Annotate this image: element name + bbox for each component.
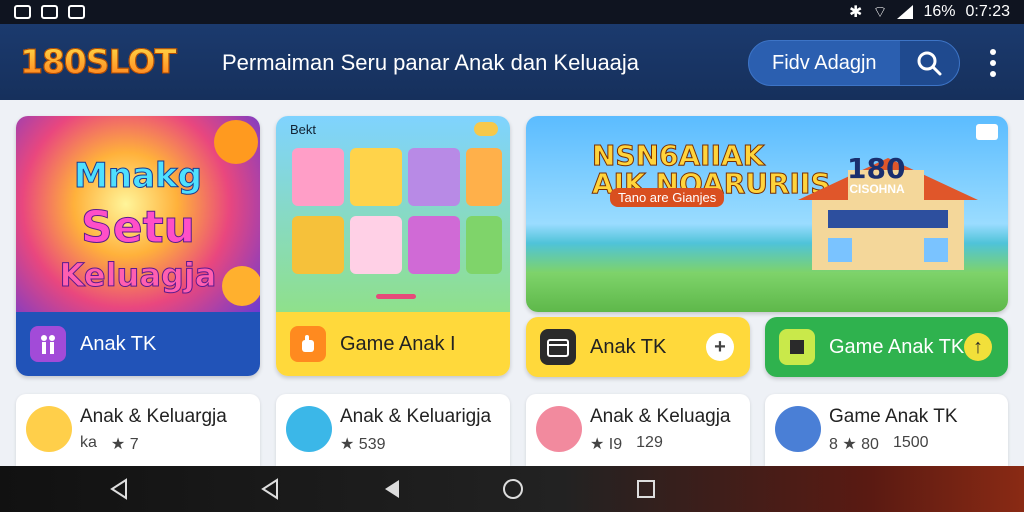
count-text: 1500 [892, 434, 929, 451]
back-icon[interactable] [108, 478, 130, 500]
house-sign: CISOHNA [849, 182, 905, 196]
art-title-line-1: Mnakg [74, 156, 203, 197]
character-tile [408, 216, 460, 274]
recents-icon[interactable] [635, 478, 657, 500]
list-item-meta: ka ★ 7 [80, 434, 139, 454]
art-badge: Bekt [290, 122, 317, 137]
character-tile [292, 148, 344, 206]
rating-text: ★ 539 [340, 436, 386, 453]
pager-indicator [376, 294, 416, 299]
n-app-icon [41, 5, 58, 19]
clock: 0:7:23 [965, 3, 1010, 20]
twitch-icon [14, 5, 31, 19]
list-item-title: Anak & Keluagja [590, 406, 731, 427]
calendar-icon [540, 329, 576, 365]
rating-text: 8 ★ 80 [829, 436, 879, 453]
card-artwork: Bekt [276, 116, 510, 312]
art-title-line-2: Setu [81, 202, 196, 254]
list-item[interactable]: Anak & Keluagja ★ I9 129 [526, 394, 750, 466]
category-pill-anak-tk[interactable]: Anak TK + [526, 317, 750, 377]
meta-text: ka [80, 434, 97, 451]
header-action-button[interactable]: Fidv Adagjn [749, 52, 900, 75]
people-icon [30, 326, 66, 362]
character-tile [466, 216, 502, 274]
banner-artwork: NSN6AIIAK AIK NOARURIIS Tano are Gianjes… [526, 116, 1008, 312]
list-item[interactable]: Anak & Keluargja ka ★ 7 [16, 394, 260, 466]
coin-icon [474, 122, 498, 136]
bluetooth-icon: ✱ [849, 4, 863, 21]
kids-group [526, 266, 1008, 312]
pill-label: Game Anak TK [829, 335, 965, 358]
header-action-group: Fidv Adagjn [748, 40, 960, 86]
balloon-icon [214, 120, 258, 164]
category-pill-game-anak-tk[interactable]: Game Anak TK ↑ [765, 317, 1008, 377]
list-item-title: Anak & Keluargja [80, 406, 227, 427]
list-item[interactable]: Game Anak TK 8 ★ 80 1500 [765, 394, 1008, 466]
count-text: 129 [636, 434, 663, 451]
featured-banner[interactable]: NSN6AIIAK AIK NOARURIIS Tano are Gianjes… [526, 116, 1008, 312]
home-icon[interactable] [502, 478, 524, 500]
list-item-meta: ★ I9 129 [590, 434, 663, 454]
game-card-game-anak[interactable]: Bekt Game Anak I [276, 116, 510, 376]
character-tile [292, 216, 344, 274]
card-artwork: Mnakg Setu Keluagja [16, 116, 260, 312]
flag-icon [779, 329, 815, 365]
pill-label: Anak TK [590, 335, 667, 358]
page-tagline: Permaiman Seru panar Anak dan Keluaaja [222, 50, 640, 75]
game-card-anak-tk[interactable]: Mnakg Setu Keluagja Anak TK [16, 116, 260, 376]
card-label: Anak TK [80, 332, 157, 355]
character-tile [350, 216, 402, 274]
hand-icon [290, 326, 326, 362]
card-footer: Anak TK [16, 312, 260, 376]
app-logo[interactable]: 180SLOT [19, 42, 177, 82]
list-item-title: Game Anak TK [829, 406, 958, 427]
list-item[interactable]: Anak & Keluarigja ★ 539 [276, 394, 510, 466]
coin-icon [222, 266, 260, 306]
search-icon [917, 51, 942, 76]
system-nav-bar [0, 466, 1024, 512]
list-item-meta: ★ 539 [340, 434, 385, 454]
character-tile [350, 148, 402, 206]
app-header: 180SLOT Permaiman Seru panar Anak dan Ke… [0, 24, 1024, 100]
plus-icon[interactable]: + [706, 333, 734, 361]
search-button[interactable] [899, 41, 959, 85]
status-right: ✱ ⌔ 16% 0:7:23 [849, 2, 1010, 22]
mail-icon [68, 5, 85, 19]
back-icon[interactable] [259, 478, 281, 500]
card-label: Game Anak I [340, 332, 456, 355]
banner-subtitle: Tano are Gianjes [610, 188, 725, 207]
avatar [536, 406, 582, 452]
app-screen: ✱ ⌔ 16% 0:7:23 180SLOT Permaiman Seru pa… [0, 0, 1024, 512]
arrow-icon[interactable]: ↑ [964, 333, 992, 361]
signal-icon [897, 5, 914, 19]
house-number: 180 [847, 152, 906, 185]
status-bar: ✱ ⌔ 16% 0:7:23 [0, 0, 1024, 24]
wifi-icon: ⌔ [872, 4, 888, 21]
character-tile [408, 148, 460, 206]
character-tile [466, 148, 502, 206]
back-icon[interactable] [381, 478, 403, 500]
ad-badge-icon[interactable] [976, 124, 998, 140]
avatar [286, 406, 332, 452]
rating-text: ★ I9 [590, 436, 623, 453]
more-vertical-icon[interactable] [986, 49, 1000, 77]
card-footer: Game Anak I [276, 312, 510, 376]
list-item-meta: 8 ★ 80 1500 [829, 434, 929, 454]
battery-text: 16% [923, 3, 956, 20]
rating-text: ★ 7 [110, 436, 139, 453]
status-left-icons [14, 5, 85, 19]
list-item-title: Anak & Keluarigja [340, 406, 492, 427]
avatar [775, 406, 821, 452]
avatar [26, 406, 72, 452]
